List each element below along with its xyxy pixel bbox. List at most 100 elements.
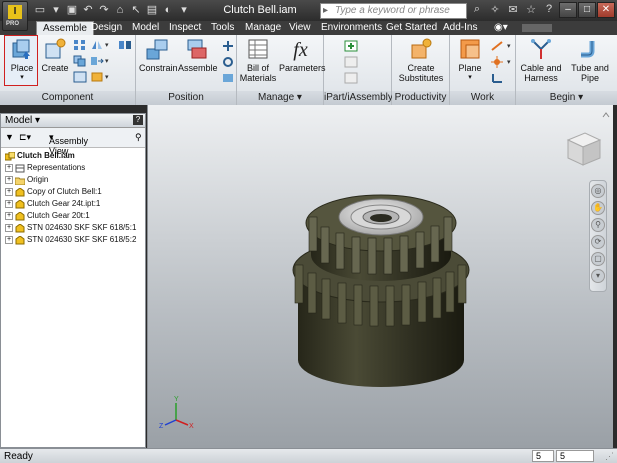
expand-icon[interactable]: + <box>5 176 13 184</box>
derive-icon[interactable] <box>90 71 104 83</box>
pattern-dropdown-icon[interactable]: ▾ <box>105 41 109 49</box>
mirror-icon[interactable] <box>90 39 104 51</box>
axis-dropdown-icon[interactable]: ▾ <box>507 42 511 50</box>
favorites-icon[interactable]: ☆ <box>524 3 538 16</box>
assemble-button[interactable]: Assemble <box>178 37 218 73</box>
edit-member-icon[interactable] <box>344 56 358 68</box>
expand-icon[interactable]: + <box>5 212 13 220</box>
tree-item[interactable]: + Clutch Gear 20t:1 <box>5 210 145 222</box>
communication-icon[interactable]: ✉ <box>506 3 520 16</box>
constrain-button[interactable]: Constrain <box>139 37 178 73</box>
edit-factory-icon[interactable] <box>344 72 358 84</box>
tree-item[interactable]: + Origin <box>5 174 145 186</box>
search-input[interactable]: ▸ Type a keyword or phrase <box>320 3 467 19</box>
tab-assemble[interactable]: Assemble <box>36 21 94 35</box>
cable-harness-button[interactable]: Cable and Harness <box>518 37 564 83</box>
pan-icon[interactable]: ✋ <box>591 201 605 215</box>
save-icon[interactable]: ▣ <box>65 3 79 17</box>
resize-grip-icon[interactable]: ⋰ <box>605 451 614 462</box>
material-icon[interactable]: ◐ <box>161 3 175 17</box>
tree-item[interactable]: + STN 024630 SKF SKF 618/5:2 <box>5 234 145 246</box>
tab-overflow-icon[interactable]: ◉▾ <box>494 21 508 35</box>
browser-help-icon[interactable]: ? <box>133 115 143 125</box>
axis-icon[interactable] <box>490 40 504 52</box>
manage-panel-label[interactable]: Manage ▾ <box>237 91 323 105</box>
more-icon[interactable]: ▾ <box>177 3 191 17</box>
open-icon[interactable]: ▾ <box>49 3 63 17</box>
redo-icon[interactable]: ↷ <box>97 3 111 17</box>
create-substitutes-button[interactable]: Create Substitutes <box>394 37 448 83</box>
point-icon[interactable] <box>490 56 504 68</box>
more-dropdown-icon[interactable]: ▾ <box>105 73 109 81</box>
new-icon[interactable]: ▭ <box>33 3 47 17</box>
tab-model[interactable]: Model <box>132 21 159 35</box>
clutch-bell-model[interactable]: Y X Z <box>148 105 614 448</box>
place-button-content[interactable]: Place ▾ <box>5 37 39 83</box>
expand-icon[interactable]: + <box>5 236 13 244</box>
tab-add-ins[interactable]: Add-Ins <box>443 21 477 35</box>
replace-icon[interactable] <box>90 55 104 67</box>
plane-button[interactable]: Plane ▾ <box>453 37 487 83</box>
orbit-icon[interactable]: ⟳ <box>591 235 605 249</box>
select-icon[interactable]: ↖ <box>129 3 143 17</box>
free-move-icon[interactable] <box>221 40 235 52</box>
subscription-icon[interactable]: ✧ <box>488 3 502 16</box>
model-browser-header[interactable]: Model ▾ ? <box>1 114 145 128</box>
tree-item[interactable]: + Representations <box>5 162 145 174</box>
tube-pipe-button[interactable]: Tube and Pipe <box>568 37 612 83</box>
find-icon[interactable]: ⚲ <box>135 132 142 143</box>
ucs-icon[interactable] <box>490 72 504 84</box>
expand-icon[interactable]: + <box>5 164 13 172</box>
assembly-view-dropdown[interactable]: Assembly View ▾ <box>49 132 88 156</box>
create-button[interactable]: Create <box>40 37 70 73</box>
tab-view[interactable]: View <box>289 21 311 35</box>
point-dropdown-icon[interactable]: ▾ <box>507 58 511 66</box>
position-more-icon[interactable] <box>221 72 235 84</box>
ribbon-minimize-toggle[interactable] <box>522 24 552 32</box>
plane-dropdown-icon[interactable]: ▾ <box>453 73 487 83</box>
copy-dropdown-icon[interactable]: ▾ <box>105 57 109 65</box>
tab-manage[interactable]: Manage <box>245 21 281 35</box>
hierarchy-icon[interactable]: ⊏▾ <box>19 132 31 143</box>
look-at-icon[interactable]: ▢ <box>591 252 605 266</box>
pattern-icon[interactable] <box>73 39 87 51</box>
help-icon[interactable]: ? <box>542 3 556 16</box>
place-dropdown-icon[interactable]: ▾ <box>5 73 39 83</box>
close-button[interactable]: ✕ <box>597 2 615 18</box>
tab-get-started[interactable]: Get Started <box>386 21 437 35</box>
shrinkwrap-icon[interactable] <box>73 71 87 83</box>
expand-icon[interactable]: + <box>5 200 13 208</box>
properties-icon[interactable]: ▤ <box>145 3 159 17</box>
model-browser: Model ▾ ? ▼ ⊏▾ Assembly View ▾ ⚲ Clutch … <box>0 113 146 448</box>
maximize-button[interactable]: □ <box>578 2 596 18</box>
minimize-button[interactable]: – <box>559 2 577 18</box>
folder-icon <box>15 177 25 185</box>
tree-item[interactable]: + Clutch Gear 24t.ipt:1 <box>5 198 145 210</box>
create-ipart-icon[interactable] <box>344 40 358 52</box>
copy-icon[interactable] <box>73 55 87 67</box>
position-panel: Constrain Assemble Position <box>136 35 237 105</box>
tab-tools[interactable]: Tools <box>211 21 234 35</box>
undo-icon[interactable]: ↶ <box>81 3 95 17</box>
search-icon[interactable]: ⌕ <box>470 3 484 16</box>
parameters-button[interactable]: fx Parameters <box>279 37 326 73</box>
graphics-viewport[interactable]: Y X Z <box>147 105 613 448</box>
grip-snap-icon[interactable] <box>118 39 132 51</box>
expand-icon[interactable]: + <box>5 188 13 196</box>
home-icon[interactable]: ⌂ <box>113 3 127 17</box>
steering-wheel-icon[interactable]: ◎ <box>591 184 605 198</box>
view-cube[interactable] <box>566 112 610 166</box>
tree-item[interactable]: + Copy of Clutch Bell:1 <box>5 186 145 198</box>
application-menu-button[interactable]: I PRO <box>2 1 28 31</box>
begin-panel-label[interactable]: Begin ▾ <box>516 91 617 105</box>
free-rotate-icon[interactable] <box>221 56 235 68</box>
bill-of-materials-button[interactable]: Bill of Materials <box>238 37 278 83</box>
tree-item[interactable]: + STN 024630 SKF SKF 618/5:1 <box>5 222 145 234</box>
zoom-icon[interactable]: ⚲ <box>591 218 605 232</box>
expand-icon[interactable]: + <box>5 224 13 232</box>
tab-inspect[interactable]: Inspect <box>169 21 201 35</box>
navbar-menu-icon[interactable]: ▾ <box>591 269 605 283</box>
tab-environments[interactable]: Environments <box>321 21 382 35</box>
filter-icon[interactable]: ▼ <box>5 132 14 142</box>
tab-design[interactable]: Design <box>91 21 122 35</box>
